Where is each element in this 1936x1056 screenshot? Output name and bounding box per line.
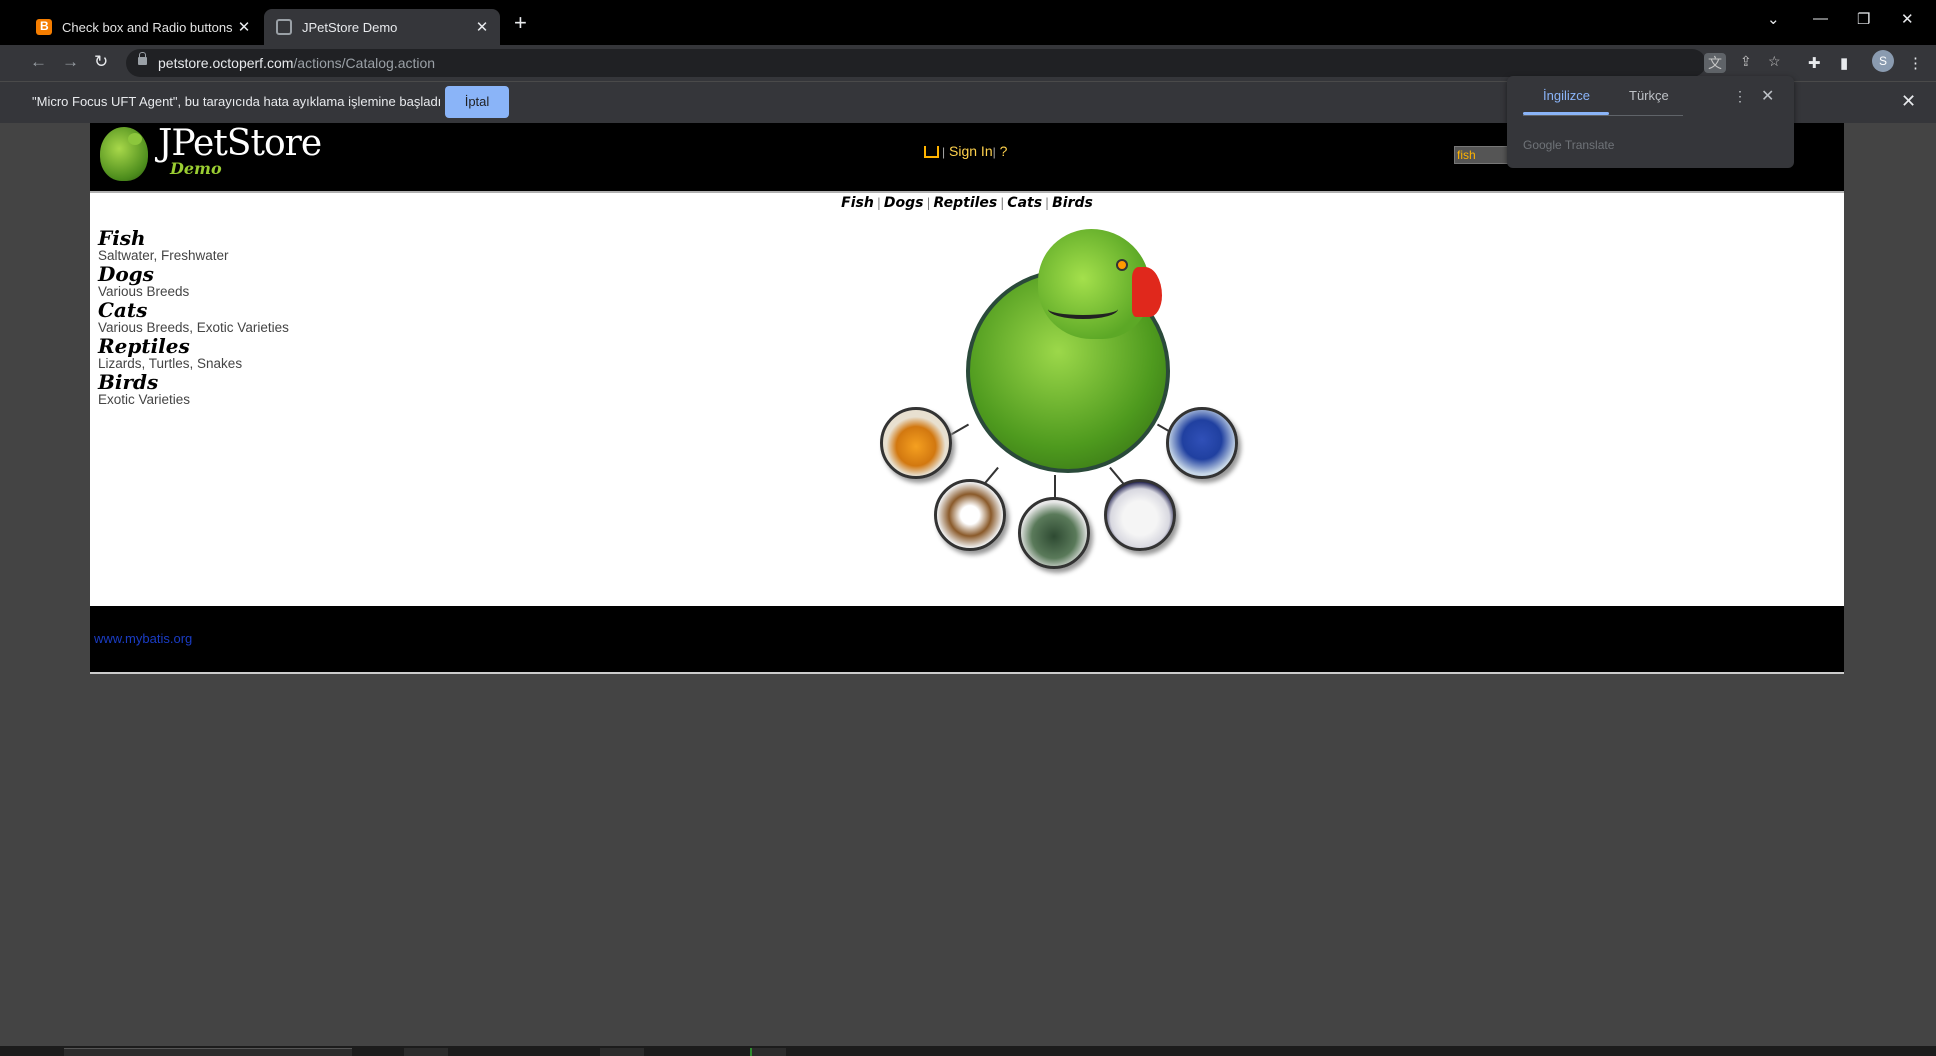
quicklink-cats[interactable]: Cats [1007, 195, 1042, 211]
category-desc: Lizards, Turtles, Snakes [98, 356, 243, 371]
bookmark-star-icon[interactable]: ☆ [1768, 53, 1781, 70]
cat-image-link[interactable] [1104, 479, 1176, 551]
taskbar-app[interactable] [600, 1048, 644, 1056]
restore-icon[interactable]: ❐ [1857, 10, 1870, 28]
quicklink-birds[interactable]: Birds [1052, 195, 1093, 211]
os-taskbar [0, 1046, 1936, 1056]
category-link[interactable]: Fish [98, 227, 289, 249]
globe-icon [276, 19, 292, 35]
cancel-debug-button[interactable]: İptal [445, 86, 509, 118]
parrot-beak [1132, 267, 1162, 317]
translate-tab-source[interactable]: İngilizce [1543, 88, 1590, 103]
tab-title: JPetStore Demo [302, 19, 398, 35]
store-content: Fish | Dogs | Reptiles | Cats | Birds Fish Saltw… [90, 191, 1844, 606]
profile-avatar[interactable]: S [1872, 50, 1894, 72]
translate-tab-target[interactable]: Türkçe [1629, 88, 1669, 103]
close-tab-icon[interactable]: ✕ [234, 18, 254, 36]
bird-image-link[interactable] [1166, 407, 1238, 479]
back-icon[interactable]: ← [30, 52, 47, 72]
translate-tabs-divider [1523, 115, 1683, 116]
minimize-icon[interactable]: — [1813, 10, 1828, 27]
category-desc: Various Breeds [98, 284, 190, 299]
category-dogs: Dogs Various Breeds [98, 263, 289, 299]
tab-strip: Check box and Radio buttons ✕ JPetStore … [0, 0, 1936, 45]
category-link[interactable]: Reptiles [98, 335, 289, 357]
translate-close-icon[interactable]: ✕ [1761, 86, 1774, 106]
dog-image-link[interactable] [934, 479, 1006, 551]
quicklink-reptiles[interactable]: Reptiles [934, 195, 998, 211]
address-bar[interactable]: petstore.octoperf.com/actions/Catalog.ac… [126, 49, 1781, 77]
category-birds: Birds Exotic Varieties [98, 371, 289, 407]
taskbar-app[interactable] [750, 1048, 786, 1056]
kebab-menu-icon[interactable]: ⋮ [1908, 54, 1923, 72]
cart-icon[interactable] [924, 146, 939, 158]
translate-popup: İngilizce Türkçe ⋮ ✕ Google Translate [1507, 76, 1794, 168]
url-text: petstore.octoperf.com/actions/Catalog.ac… [158, 55, 436, 71]
logo-title[interactable]: JPetStore [158, 123, 322, 164]
taskbar-search[interactable] [64, 1048, 352, 1056]
quicklink-dogs[interactable]: Dogs [884, 195, 924, 211]
quicklink-fish[interactable]: Fish [841, 195, 874, 211]
category-link[interactable]: Birds [98, 371, 289, 393]
store-footer: www.mybatis.org [90, 606, 1844, 674]
header-menu: | Sign In| ? [924, 143, 1007, 159]
fish-image-link[interactable] [880, 407, 952, 479]
logo-subtitle: Demo [170, 159, 222, 178]
tab-check-box-radio[interactable]: Check box and Radio buttons ✕ [24, 9, 262, 45]
share-icon[interactable]: ⇪ [1740, 53, 1752, 70]
page-viewport: JPetStore Demo | Sign In| ? fish Fish | Do… [16, 123, 1936, 1046]
reptile-image-link[interactable] [1018, 497, 1090, 569]
category-fish: Fish Saltwater, Freshwater [98, 227, 289, 263]
close-window-icon[interactable]: ✕ [1901, 10, 1914, 28]
translate-footer: Google Translate [1523, 138, 1615, 152]
splash-image-map [880, 229, 1240, 589]
close-infobar-icon[interactable]: ✕ [1901, 91, 1916, 112]
category-sidebar: Fish Saltwater, Freshwater Dogs Various … [98, 227, 289, 407]
category-link[interactable]: Dogs [98, 263, 289, 285]
translate-active-underline [1523, 112, 1609, 115]
sign-in-link[interactable]: Sign In [949, 143, 993, 159]
tab-search-chevron-icon[interactable]: ⌄ [1767, 10, 1780, 28]
infobar-message: "Micro Focus UFT Agent", bu tarayıcıda h… [32, 94, 442, 109]
mybatis-link[interactable]: www.mybatis.org [94, 631, 192, 646]
lock-icon [138, 52, 147, 65]
new-tab-icon[interactable]: + [514, 12, 527, 34]
category-desc: Saltwater, Freshwater [98, 248, 229, 263]
translate-icon[interactable]: 文 [1704, 53, 1726, 73]
parrot-logo-icon[interactable] [100, 127, 148, 181]
parrot-eye [1116, 259, 1128, 271]
category-link[interactable]: Cats [98, 299, 289, 321]
jpetstore-page: JPetStore Demo | Sign In| ? fish Fish | Do… [90, 123, 1844, 674]
blogger-icon [36, 19, 52, 35]
category-reptiles: Reptiles Lizards, Turtles, Snakes [98, 335, 289, 371]
menu-separator: | [992, 145, 996, 159]
tab-title: Check box and Radio buttons [62, 19, 233, 35]
tab-jpetstore[interactable]: JPetStore Demo ✕ [264, 9, 500, 45]
parrot-collar [1048, 299, 1118, 319]
category-desc: Various Breeds, Exotic Varieties [98, 320, 289, 335]
category-desc: Exotic Varieties [98, 392, 191, 407]
category-cats: Cats Various Breeds, Exotic Varieties [98, 299, 289, 335]
extensions-icon[interactable]: ✚ [1808, 54, 1821, 72]
side-panel-icon[interactable]: ▮ [1840, 54, 1848, 72]
translate-options-icon[interactable]: ⋮ [1733, 88, 1747, 105]
quick-links: Fish | Dogs | Reptiles | Cats | Birds [841, 195, 1093, 211]
reload-icon[interactable]: ↻ [94, 52, 108, 72]
forward-icon[interactable]: → [62, 52, 79, 72]
taskbar-app[interactable] [404, 1048, 448, 1056]
menu-separator: | [942, 145, 946, 159]
close-tab-icon[interactable]: ✕ [472, 18, 492, 36]
help-link[interactable]: ? [1000, 143, 1008, 159]
